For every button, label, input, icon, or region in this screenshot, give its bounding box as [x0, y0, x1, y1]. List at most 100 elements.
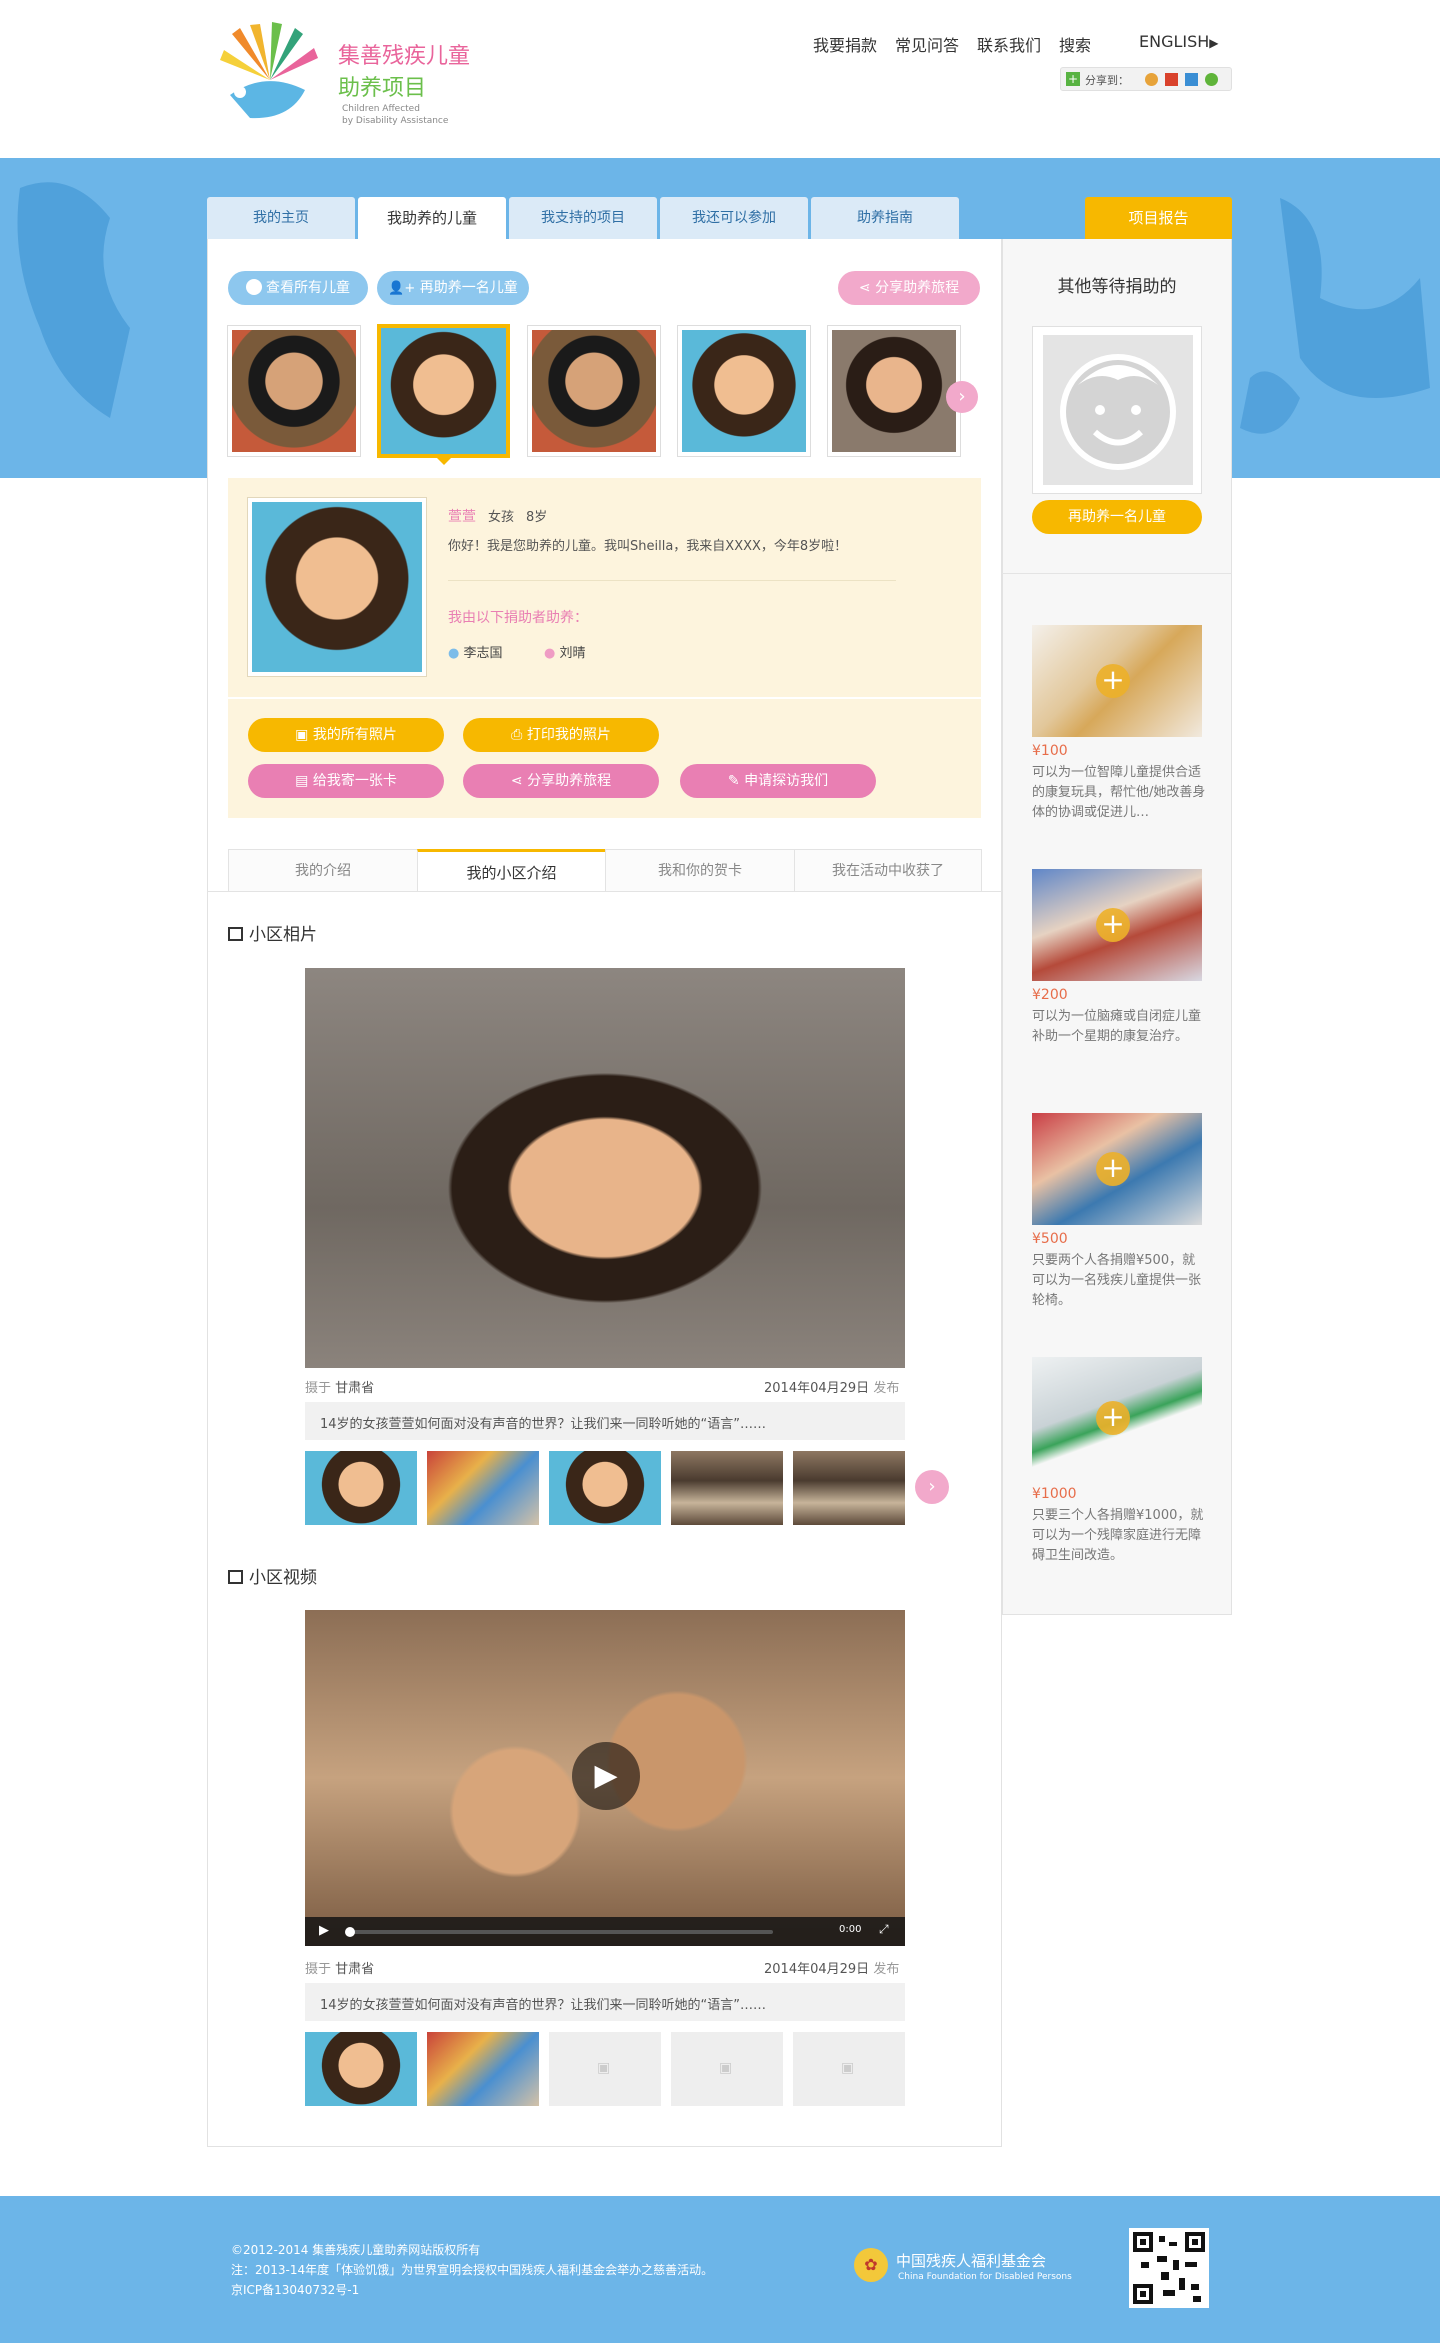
child-thumb-4[interactable]	[678, 326, 810, 456]
photo-thumbs-next-button[interactable]: ›	[915, 1470, 949, 1504]
share-journey-button[interactable]: ⋖ 分享助养旅程	[838, 271, 980, 305]
donation-card-200[interactable]: +	[1032, 869, 1202, 981]
photo-thumb-4[interactable]	[671, 1451, 783, 1525]
sponsor-1-name: 李志国	[463, 646, 503, 661]
qr-code-icon	[1133, 2232, 1205, 2304]
donation-amount-500: ¥500	[1032, 1231, 1068, 1247]
photo-thumb-2[interactable]	[427, 1451, 539, 1525]
share-weibo-icon[interactable]	[1145, 73, 1158, 86]
subtab-community-intro[interactable]: 我的小区介绍	[417, 849, 606, 892]
control-play-icon[interactable]: ▶	[319, 1923, 329, 1938]
logo-en-line2: by Disability Assistance	[342, 116, 449, 126]
share-wechat-icon[interactable]	[1205, 73, 1218, 86]
footer-icp[interactable]: 京ICP备13040732号-1	[231, 2281, 359, 2298]
nav-contact[interactable]: 联系我们	[977, 32, 1041, 56]
donation-amount-200: ¥200	[1032, 987, 1068, 1003]
donation-card-500[interactable]: +	[1032, 1113, 1202, 1225]
subtab-activity-gains[interactable]: 我在活动中收获了	[794, 849, 982, 892]
video-location-value: 甘肃省	[335, 1962, 375, 1977]
tab-my-sponsored-child[interactable]: 我助养的儿童	[358, 197, 506, 240]
child-thumb-2-selected[interactable]	[377, 324, 510, 458]
photo-location-value: 甘肃省	[335, 1381, 375, 1396]
donation-card-100[interactable]: +	[1032, 625, 1202, 737]
nav-faq[interactable]: 常见问答	[895, 32, 959, 56]
video-thumb-placeholder-1[interactable]: ▣	[549, 2032, 661, 2106]
share-plus-icon: +	[1066, 72, 1080, 86]
share-renren-icon[interactable]	[1165, 73, 1178, 86]
all-photos-button[interactable]: ▣ 我的所有照片	[248, 718, 444, 752]
tab-my-home[interactable]: 我的主页	[207, 197, 355, 239]
send-card-label: 给我寄一张卡	[312, 773, 397, 789]
tab-my-projects[interactable]: 我支持的项目	[509, 197, 657, 239]
video-placeholder-icon: ▣	[719, 2060, 733, 2076]
video-thumb-2[interactable]	[427, 2032, 539, 2106]
visit-request-label: 申请探访我们	[744, 773, 829, 789]
share-journey-pink-button[interactable]: ⋖ 分享助养旅程	[463, 764, 659, 798]
image-icon	[228, 927, 243, 941]
sidebar-sponsor-button[interactable]: 再助养一名儿童	[1032, 500, 1202, 534]
child-thumb-5[interactable]	[828, 326, 960, 456]
donation-desc-200: 可以为一位脑瘫或自闭症儿童补助一个星期的康复治疗。	[1032, 1009, 1202, 1044]
carousel-next-button[interactable]: ›	[946, 381, 978, 413]
share-journey-label: 分享助养旅程	[875, 280, 960, 296]
subtab-my-intro[interactable]: 我的介绍	[228, 849, 418, 892]
video-progress-knob[interactable]	[345, 1927, 355, 1937]
video-thumb-1[interactable]	[305, 2032, 417, 2106]
fullscreen-icon[interactable]: ⤢	[879, 1922, 889, 1937]
donation-amount-1000: ¥1000	[1032, 1486, 1077, 1502]
view-all-label: 查看所有儿童	[266, 280, 350, 296]
photo-location-prefix: 摄于	[305, 1381, 332, 1396]
donation-amount-100: ¥100	[1032, 743, 1068, 759]
chevron-right-icon: ›	[928, 1476, 936, 1497]
video-play-button[interactable]: ▶	[572, 1742, 640, 1810]
donation-card-1000[interactable]: +	[1032, 1357, 1202, 1479]
photo-thumb-5[interactable]	[793, 1451, 905, 1525]
nav-english[interactable]: ENGLISH▶	[1139, 32, 1219, 51]
all-photos-label: 我的所有照片	[312, 727, 397, 743]
video-date: 2014年04月29日 发布	[764, 1958, 899, 1977]
card-icon: ▤	[295, 773, 309, 789]
child-gender: 女孩	[488, 510, 515, 525]
sponsor-another-button[interactable]: 👤+ 再助养一名儿童	[377, 271, 529, 305]
share-label: 分享到：	[1085, 74, 1129, 87]
donation-desc-500: 只要两个人各捐赠¥500，就可以为一名残疾儿童提供一张轮椅。	[1032, 1253, 1202, 1308]
video-icon	[228, 1570, 243, 1584]
nav-search[interactable]: 搜索	[1059, 32, 1091, 56]
foundation-logo[interactable]: ✿ 中国残疾人福利基金会 China Foundation for Disabl…	[854, 2248, 1094, 2288]
photo-thumb-3[interactable]	[549, 1451, 661, 1525]
child-thumb-1[interactable]	[228, 326, 360, 456]
child-thumb-3[interactable]	[528, 326, 660, 456]
share-journey-pink-label: 分享助养旅程	[527, 773, 612, 789]
video-caption: 14岁的女孩萱萱如何面对没有声音的世界？让我们来一同聆听她的“语言”……	[320, 1998, 767, 2013]
tab-more-participate[interactable]: 我还可以参加	[660, 197, 808, 239]
photo-thumb-1[interactable]	[305, 1451, 417, 1525]
footer: ©2012-2014 集善残疾儿童助养网站版权所有 注：2013-14年度「体验…	[0, 2196, 1440, 2343]
sponsor-1: ● 李志国	[448, 642, 503, 661]
visit-request-button[interactable]: ✎ 申请探访我们	[680, 764, 876, 798]
child-intro: 你好！我是您助养的儿童。我叫Sheilla，我来自XXXX，今年8岁啦！	[448, 539, 848, 554]
sidebar-divider	[1002, 573, 1232, 574]
donation-desc-1000: 只要三个人各捐赠¥1000，就可以为一个残障家庭进行无障碍卫生间改造。	[1032, 1508, 1204, 1563]
sponsor-another-label: 再助养一名儿童	[419, 280, 518, 296]
print-photos-button[interactable]: ⎙ 打印我的照片	[463, 718, 659, 752]
send-card-button[interactable]: ▤ 给我寄一张卡	[248, 764, 444, 798]
photo-location: 摄于 甘肃省	[305, 1377, 374, 1396]
nav-donate[interactable]: 我要捐款	[813, 32, 877, 56]
donation-desc-100: 可以为一位智障儿童提供合适的康复玩具，帮忙他/她改善身体的协调或促进儿…	[1032, 765, 1206, 820]
tab-project-report[interactable]: 项目报告	[1085, 197, 1232, 239]
view-all-children-button[interactable]: 查看所有儿童	[228, 271, 368, 305]
video-thumb-placeholder-2[interactable]: ▣	[671, 2032, 783, 2106]
videos-section-header: 小区视频	[228, 1563, 317, 1588]
play-icon: ▶	[594, 1758, 618, 1793]
video-location-prefix: 摄于	[305, 1962, 332, 1977]
add-user-icon: 👤+	[388, 281, 416, 296]
tab-guide[interactable]: 助养指南	[811, 197, 959, 239]
video-progress-track[interactable]	[349, 1930, 773, 1934]
footer-note: 注：2013-14年度「体验饥饿」为世界宣明会授权中国残疾人福利基金会举办之慈善…	[231, 2263, 714, 2277]
site-logo[interactable]: 集善残疾儿童 助养项目 Children Affected by Disabil…	[210, 20, 470, 135]
video-thumb-placeholder-3[interactable]: ▣	[793, 2032, 905, 2106]
subtab-greeting-cards[interactable]: 我和你的贺卡	[605, 849, 795, 892]
logo-title-line1: 集善残疾儿童	[338, 44, 471, 69]
share-qzone-icon[interactable]	[1185, 73, 1198, 86]
print-photos-label: 打印我的照片	[526, 727, 611, 743]
